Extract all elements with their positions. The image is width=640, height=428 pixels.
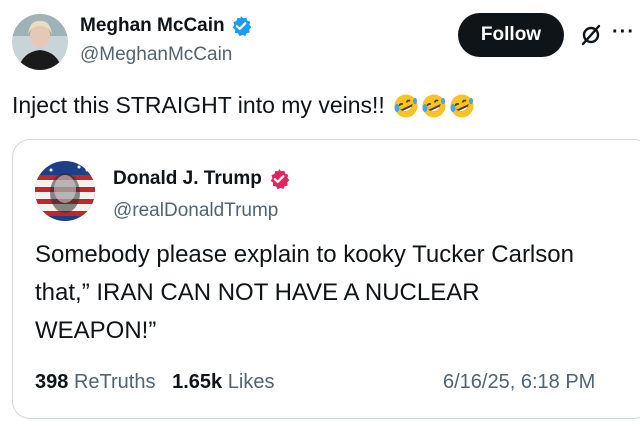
author-name-text[interactable]: Meghan McCain xyxy=(80,15,225,37)
quoted-author-name-text[interactable]: Donald J. Trump xyxy=(113,168,262,190)
post-text-row: Inject this STRAIGHT into my veins!! xyxy=(12,92,475,119)
grok-icon[interactable] xyxy=(580,24,602,46)
quoted-post-text: Somebody please explain to kooky Tucker … xyxy=(35,241,574,344)
rolling-laughing-emoji-icon xyxy=(450,94,474,117)
verified-badge-icon xyxy=(232,16,252,37)
quoted-author-avatar[interactable] xyxy=(35,161,95,221)
more-options-icon[interactable]: ··· xyxy=(612,22,635,42)
author-name[interactable]: Meghan McCain xyxy=(80,15,252,37)
likes-label: Likes xyxy=(227,371,275,393)
likes-count: 1.65k xyxy=(172,371,223,393)
quoted-author-name[interactable]: Donald J. Trump xyxy=(113,168,290,190)
quoted-post-timestamp[interactable]: 6/16/25, 6:18 PM xyxy=(443,371,595,394)
retruths-label: ReTruths xyxy=(73,371,156,393)
post-text: Inject this STRAIGHT into my veins!! xyxy=(12,92,385,118)
rolling-laughing-emoji-icon xyxy=(394,94,418,117)
quoted-post-stats: 398 ReTruths 1.65k Likes xyxy=(35,371,274,394)
quoted-post-card[interactable]: Donald J. Trump @realDonaldTrump Somebod… xyxy=(12,139,640,419)
emoji-group xyxy=(393,93,475,119)
author-handle[interactable]: @MeghanMcCain xyxy=(80,44,232,66)
follow-button[interactable]: Follow xyxy=(458,13,564,57)
rolling-laughing-emoji-icon xyxy=(422,94,446,117)
verified-badge-icon xyxy=(270,169,290,190)
retruths-count: 398 xyxy=(35,371,69,393)
quoted-author-handle[interactable]: @realDonaldTrump xyxy=(113,200,278,222)
author-avatar[interactable] xyxy=(12,14,68,70)
